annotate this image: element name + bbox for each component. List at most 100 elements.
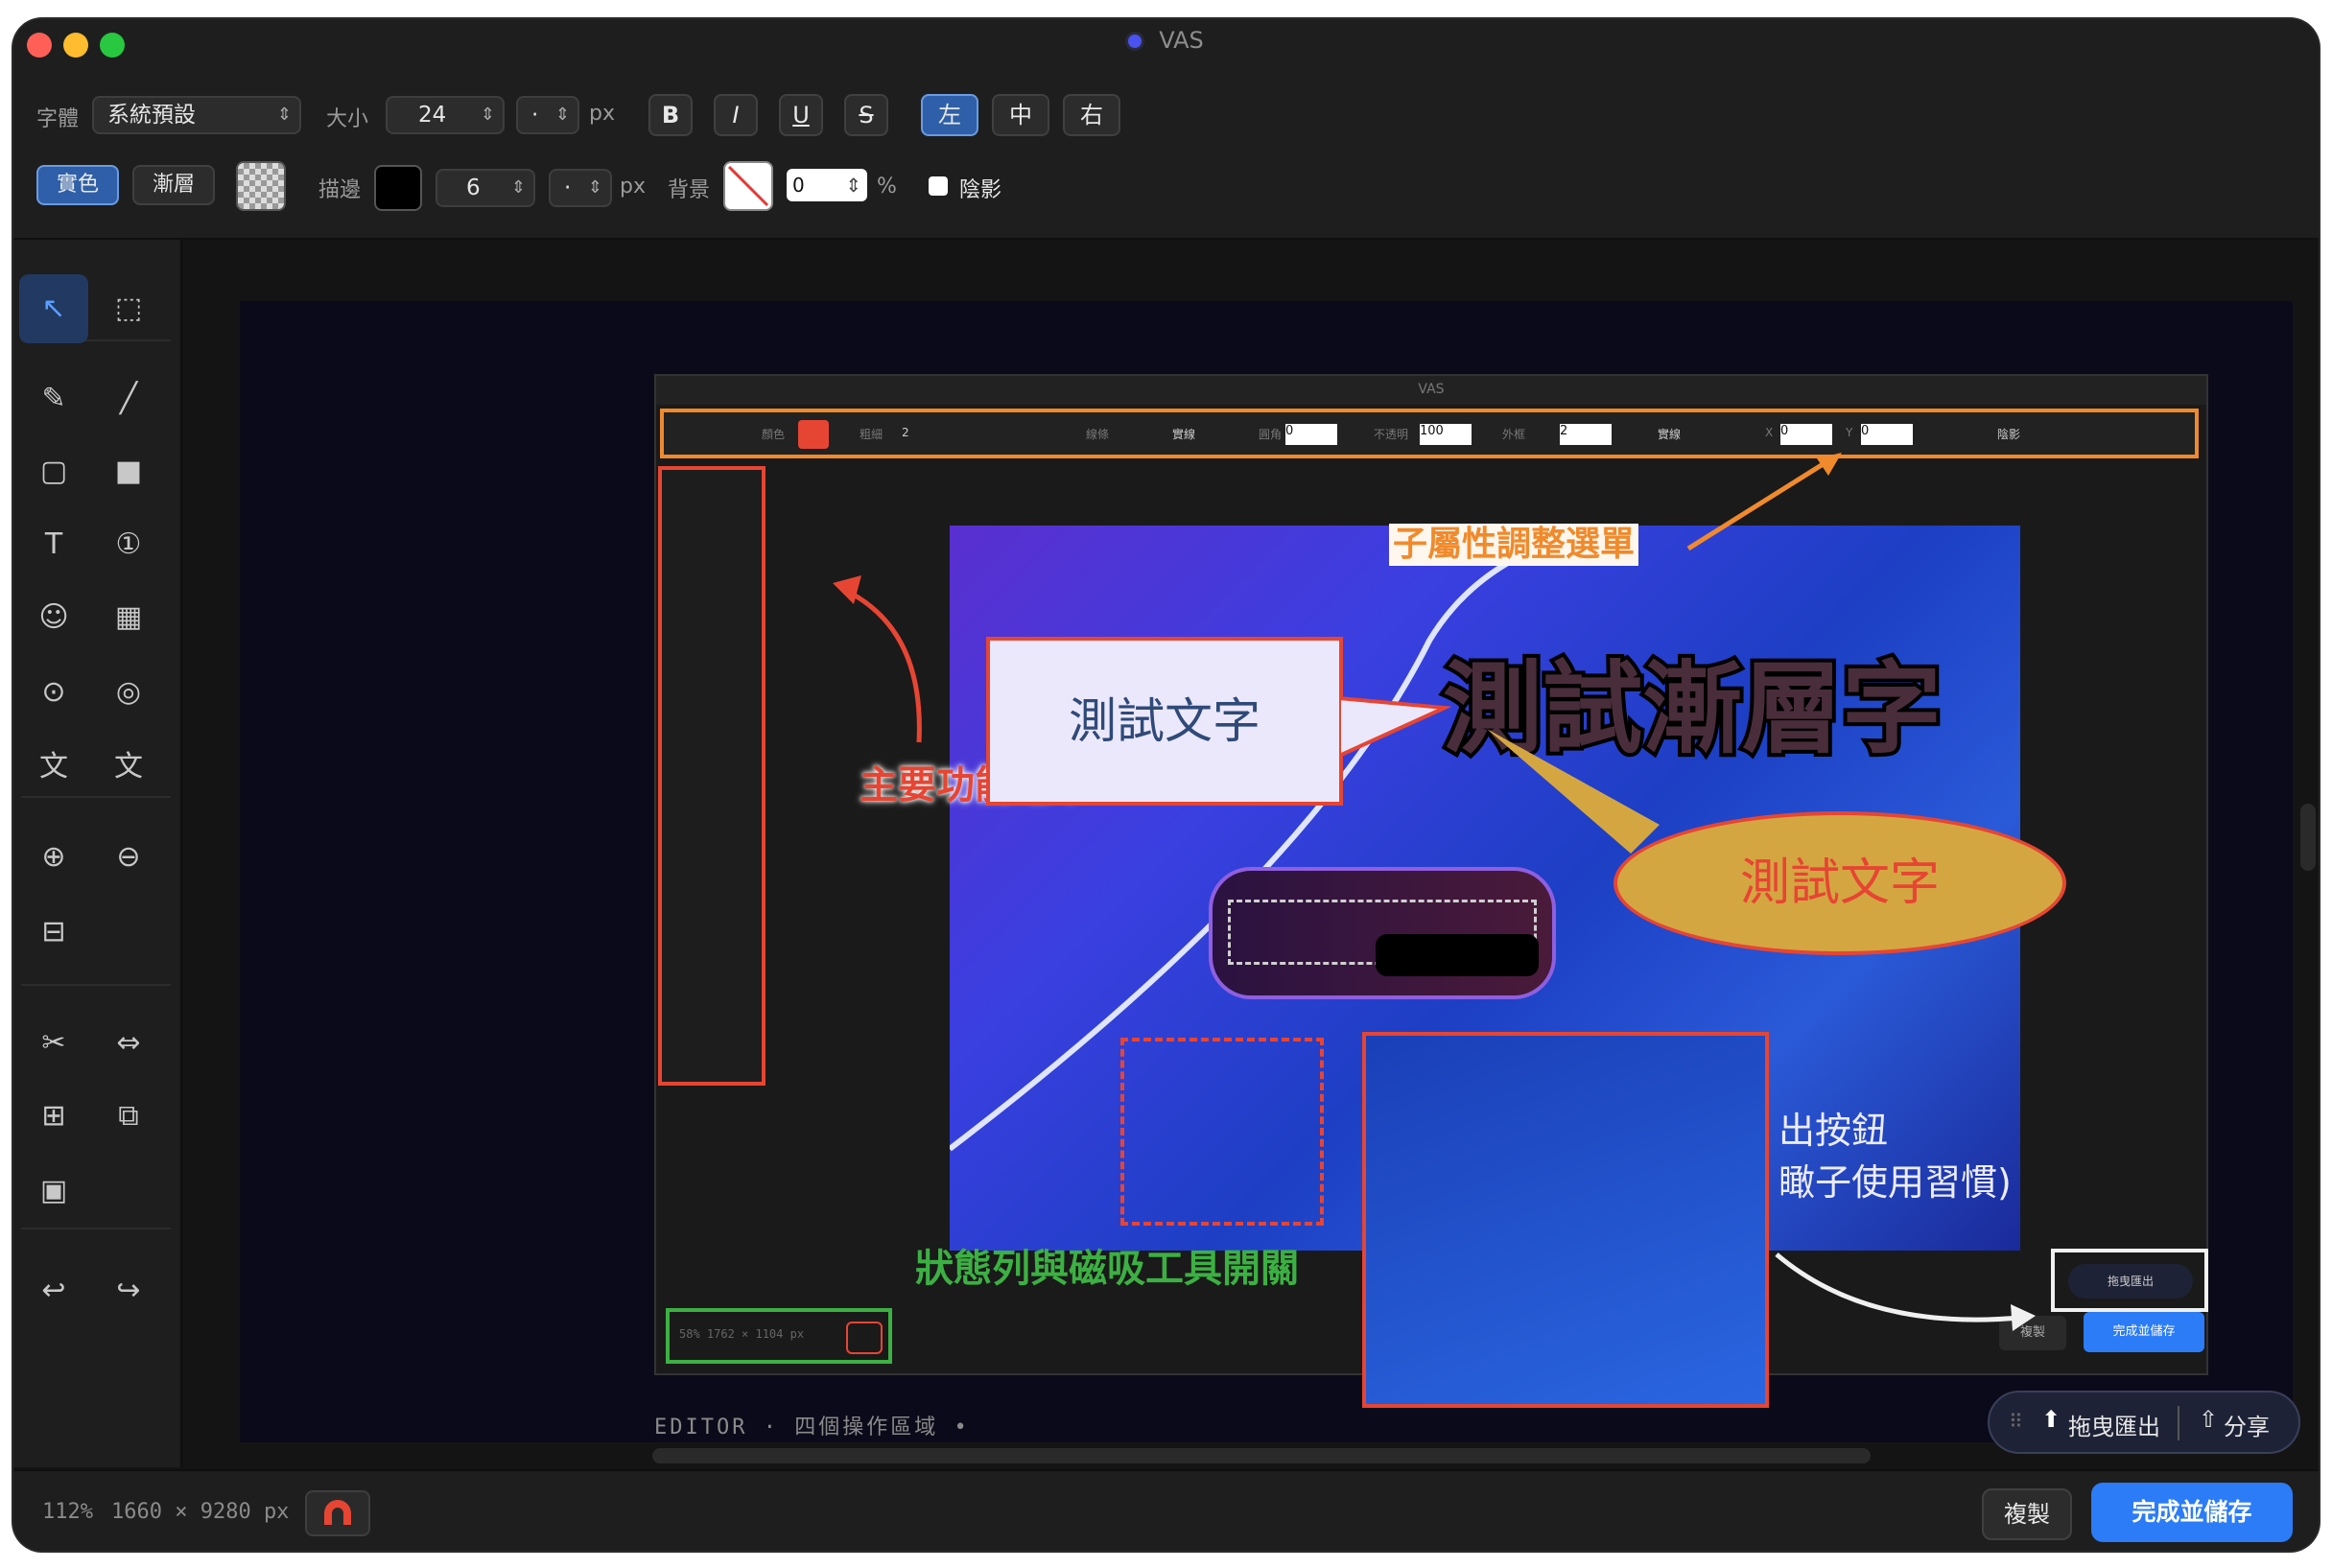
export-highlight: 拖曳匯出	[2051, 1249, 2208, 1312]
inner-title-bar: VAS	[656, 376, 2206, 405]
status-bar-highlight: 58% 1762 × 1104 px	[666, 1308, 892, 1364]
rectangle-outline-icon[interactable]: ▢	[19, 437, 88, 506]
share-button[interactable]: 分享	[2224, 1408, 2270, 1441]
main-menu-highlight	[658, 466, 766, 1086]
strikethrough-button[interactable]: S	[844, 94, 888, 136]
inner-border-input: 2	[1560, 424, 1612, 445]
stroke-color-swatch[interactable]	[374, 165, 422, 211]
numbered-badge-icon[interactable]: ①	[94, 510, 163, 579]
chevron-updown-icon: ⇕	[276, 105, 292, 125]
magnifier-circle-icon[interactable]: ◎	[94, 658, 163, 727]
redo-icon[interactable]: ↪	[94, 1256, 163, 1325]
editor-caption: EDITOR · 四個操作區域 •	[654, 1416, 970, 1439]
align-right-button[interactable]: 右	[1063, 94, 1120, 136]
save-button[interactable]: 完成並儲存	[2091, 1483, 2293, 1542]
solid-fill-button[interactable]: 實色	[36, 165, 119, 205]
italic-button[interactable]: I	[714, 94, 758, 136]
underline-button[interactable]: U	[779, 94, 823, 136]
inner-x-input: 0	[1780, 424, 1832, 445]
size-unit-value: ·	[531, 103, 539, 128]
blacked-out-text	[1376, 934, 1539, 976]
background-opacity-value: 0	[792, 174, 805, 197]
inner-y-label: Y	[1846, 426, 1853, 439]
scissors-icon[interactable]: ✂	[19, 1009, 88, 1078]
export-annotation-line2: 瞰子使用習慣)	[1778, 1161, 2012, 1204]
stroke-unit-select[interactable]: · ⇕	[549, 169, 612, 207]
inner-shadow-label: 陰影	[1997, 428, 2021, 441]
divider	[21, 984, 171, 986]
filled-rectangle	[1362, 1032, 1769, 1408]
layers-icon[interactable]: ⧉	[94, 1082, 163, 1151]
fill-color-swatch[interactable]	[236, 161, 286, 211]
align-left-button[interactable]: 左	[921, 94, 978, 136]
background-color-swatch[interactable]	[723, 161, 773, 211]
size-stepper[interactable]: 24 ⇕	[386, 96, 505, 134]
align-center-button[interactable]: 中	[992, 94, 1049, 136]
dashed-rectangle	[1120, 1038, 1324, 1226]
resize-horizontal-icon[interactable]: ⇔	[94, 1009, 163, 1078]
chevron-updown-icon: ⇕	[554, 105, 570, 125]
document-image: VAS 顏色 粗細 2 線條 實線 圓角 0 不透明 100 外框 2 實線 X…	[240, 301, 2293, 1442]
inner-opacity-input: 100	[1420, 424, 1472, 445]
inner-radius-value: 0	[1285, 424, 1294, 438]
drag-handle-icon[interactable]: ⠿	[2009, 1410, 2023, 1433]
callout-tail	[1339, 695, 1452, 759]
pen-icon[interactable]: ✎	[19, 364, 88, 433]
undo-icon[interactable]: ↩	[19, 1256, 88, 1325]
zoom-in-icon[interactable]: ⊕	[19, 823, 88, 892]
stepper-icon: ⇕	[845, 174, 861, 197]
inner-color-swatch	[798, 420, 829, 449]
inner-opacity-value: 100	[1420, 424, 1444, 438]
fit-icon[interactable]: ⊟	[19, 898, 88, 967]
app-logo-icon	[1128, 35, 1142, 48]
size-unit-select[interactable]: · ⇕	[516, 96, 579, 134]
font-select-value: 系統預設	[107, 103, 196, 128]
status-bar: 112% 1660 × 9280 px 複製 完成並儲存	[13, 1469, 2319, 1551]
shadow-checkbox[interactable]	[929, 176, 948, 196]
zoom-out-icon[interactable]: ⊖	[94, 823, 163, 892]
editor-canvas[interactable]: VAS 顏色 粗細 2 線條 實線 圓角 0 不透明 100 外框 2 實線 X…	[182, 240, 2319, 1467]
bold-button[interactable]: B	[648, 94, 693, 136]
marquee-select-icon[interactable]: ⬚	[94, 274, 163, 343]
no-color-slash-icon	[727, 165, 769, 207]
inner-y-input: 0	[1861, 424, 1913, 445]
mosaic-icon[interactable]: ▦	[94, 583, 163, 652]
background-opacity-input[interactable]: 0 ⇕	[787, 169, 867, 201]
spotlight-icon[interactable]: ⊙	[19, 658, 88, 727]
inner-line-label: 線條	[1086, 428, 1110, 441]
copy-button[interactable]: 複製	[1982, 1488, 2072, 1540]
px-unit-label: px	[589, 102, 615, 126]
divider	[2178, 1406, 2179, 1440]
rectangle-filled-icon[interactable]: ■	[94, 437, 163, 506]
magnet-snap-toggle[interactable]	[305, 1490, 370, 1536]
title-bar: VAS	[13, 19, 2319, 69]
grid-icon[interactable]: ⊞	[19, 1082, 88, 1151]
percent-label: %	[877, 175, 897, 199]
inner-border-value: 2	[1560, 424, 1568, 438]
gradient-fill-button[interactable]: 漸層	[132, 165, 215, 205]
text-wen-icon[interactable]: 文	[19, 733, 88, 802]
horizontal-scrollbar[interactable]	[652, 1448, 1871, 1463]
drag-export-button[interactable]: 拖曳匯出	[2068, 1408, 2160, 1441]
font-select[interactable]: 系統預設 ⇕	[92, 96, 301, 134]
frame-icon[interactable]: ▣	[19, 1157, 88, 1226]
sub-menu-highlight: 顏色 粗細 2 線條 實線 圓角 0 不透明 100 外框 2 實線 X 0 Y…	[660, 409, 2199, 458]
tool-sidebar: ↖ ⬚ ✎ ╱ ▢ ■ T ① ☺ ▦ ⊙ ◎ 文文 ⊕ ⊖ ⊟ ✂ ⇔ ⊞ ⧉ ▣ ↩ ↪	[13, 240, 182, 1467]
text-icon[interactable]: T	[19, 510, 88, 579]
arrow-annotation-white	[1775, 1252, 2036, 1331]
chevron-updown-icon: ⇕	[587, 177, 602, 198]
size-label: 大小	[326, 107, 369, 131]
inner-line-style: 實線	[1172, 428, 1196, 441]
text-wen-strike-icon[interactable]: 文	[94, 733, 163, 802]
inner-y-value: 0	[1861, 424, 1870, 438]
arrow-annotation-orange	[1686, 453, 1842, 551]
arrow-pointer-icon[interactable]: ↖	[19, 274, 88, 343]
px-unit-label-2: px	[620, 175, 646, 199]
inner-border-label: 外框	[1502, 428, 1526, 441]
share-icon: ⇧	[2199, 1406, 2219, 1433]
stroke-unit-value: ·	[564, 176, 572, 200]
stroke-width-stepper[interactable]: 6 ⇕	[436, 169, 535, 207]
emoji-icon[interactable]: ☺	[19, 583, 88, 652]
line-icon[interactable]: ╱	[94, 364, 163, 433]
vertical-scrollbar[interactable]	[2300, 804, 2316, 871]
